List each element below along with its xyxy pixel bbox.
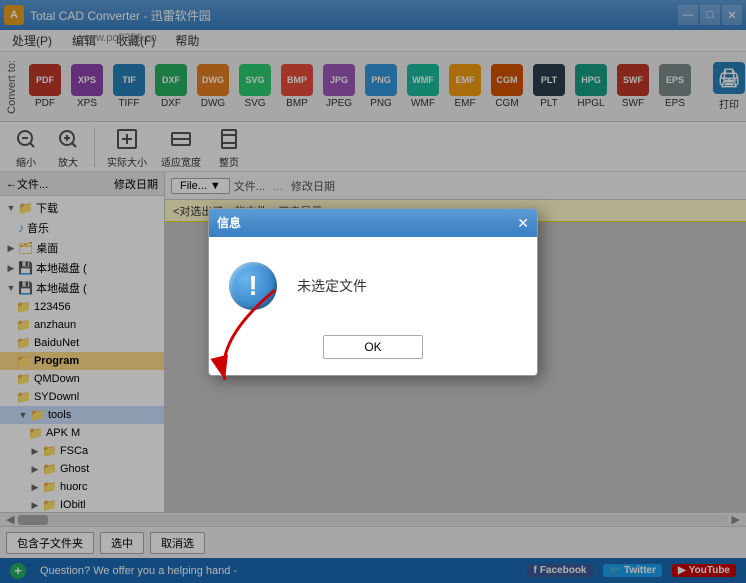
dialog-footer: OK (209, 327, 537, 375)
info-dialog: 信息 ✕ ! 未选定文件 OK (208, 208, 538, 376)
dialog-warning-icon: ! (229, 262, 277, 310)
dialog-ok-button[interactable]: OK (323, 335, 422, 359)
modal-overlay: 信息 ✕ ! 未选定文件 OK (0, 0, 746, 583)
dialog-close-button[interactable]: ✕ (517, 216, 529, 230)
dialog-body: ! 未选定文件 (209, 237, 537, 327)
dialog-title: 信息 (217, 214, 241, 231)
dialog-message: 未选定文件 (297, 276, 367, 296)
dialog-title-bar: 信息 ✕ (209, 209, 537, 237)
